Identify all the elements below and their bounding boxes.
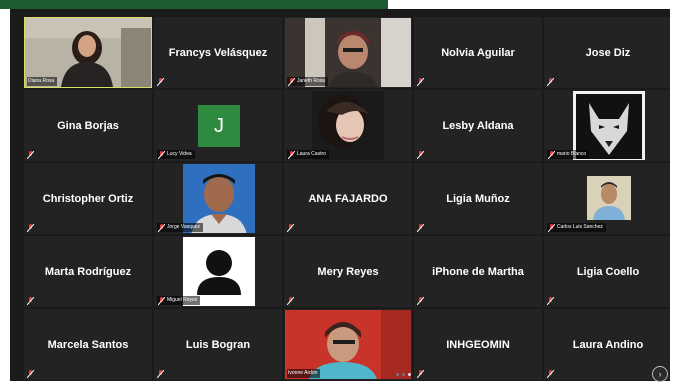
- participant-name: iPhone de Martha: [432, 265, 524, 278]
- participant-name: Jose Diz: [585, 46, 631, 59]
- microphone-muted-icon: [158, 150, 165, 159]
- microphone-muted-icon: [417, 370, 424, 378]
- microphone-muted-icon: [417, 151, 424, 159]
- participant-nameplate: Diana Rosa: [27, 77, 58, 86]
- participant-tile-lesby[interactable]: Lesby Aldana: [414, 90, 542, 161]
- microphone-muted-icon: [417, 224, 424, 232]
- participant-tile-inhgeomin[interactable]: INHGEOMIN: [414, 309, 542, 380]
- participant-name: Marcela Santos: [47, 338, 129, 351]
- microphone-muted-icon: [157, 78, 164, 86]
- participant-tile-christopher[interactable]: Christopher Ortiz: [24, 163, 152, 234]
- participant-nameplate: Janeth Rosa: [287, 77, 329, 86]
- participant-tile-mario[interactable]: mario Blanco: [544, 90, 670, 161]
- microphone-muted-icon: [417, 78, 424, 86]
- avatar-initial: J: [214, 115, 224, 137]
- participant-name: Diana Rosa: [28, 78, 55, 84]
- participant-grid: Diana Rosa Francys Velásquez Janeth Rosa…: [24, 17, 670, 381]
- microphone-muted-icon: [27, 151, 34, 159]
- participant-name: Ivonne Ardón: [288, 370, 318, 376]
- participant-tile-ivonne[interactable]: Ivonne Ardón: [284, 309, 412, 380]
- initial-avatar: J: [198, 105, 240, 147]
- participant-name: mario Blanco: [557, 151, 587, 157]
- participant-name: Ligia Coello: [576, 265, 640, 278]
- participant-tile-mery[interactable]: Mery Reyes: [284, 236, 412, 307]
- chevron-right-icon[interactable]: ›: [652, 366, 668, 382]
- microphone-muted-icon: [547, 297, 554, 305]
- microphone-muted-icon: [548, 223, 555, 232]
- participant-name: Ligia Muñoz: [446, 192, 510, 205]
- microphone-muted-icon: [417, 297, 424, 305]
- microphone-muted-icon: [287, 224, 294, 232]
- participant-nameplate: Carlos Luis Sanchez: [547, 223, 606, 232]
- participant-tile-laura-andino[interactable]: Laura Andino: [544, 309, 670, 380]
- participant-name: Miguel Reyes: [167, 297, 198, 303]
- participant-tile-jose[interactable]: Jose Diz: [544, 17, 670, 88]
- participant-name: ANA FAJARDO: [308, 192, 388, 205]
- microphone-muted-icon: [27, 224, 34, 232]
- participant-tile-jorge[interactable]: Jorge Vasquez: [154, 163, 282, 234]
- participant-name: Christopher Ortiz: [42, 192, 134, 205]
- participant-name: Janeth Rosa: [297, 78, 326, 84]
- page-indicator: [396, 373, 411, 376]
- window-accent-bar: [0, 0, 388, 9]
- participant-name: Lesby Aldana: [442, 119, 514, 132]
- microphone-muted-icon: [548, 150, 555, 159]
- participant-nameplate: mario Blanco: [547, 150, 590, 159]
- participant-tile-laura-castro[interactable]: Laura Castro: [284, 90, 412, 161]
- participant-name: Lucy Videa: [167, 151, 192, 157]
- participant-nameplate: Laura Castro: [287, 150, 329, 159]
- microphone-muted-icon: [158, 296, 165, 305]
- participant-tile-janeth[interactable]: Janeth Rosa: [284, 17, 412, 88]
- participant-nameplate: Jorge Vasquez: [157, 223, 203, 232]
- participant-tile-gina[interactable]: Gina Borjas: [24, 90, 152, 161]
- participant-nameplate: Miguel Reyes: [157, 296, 201, 305]
- participant-tile-miguel[interactable]: Miguel Reyes: [154, 236, 282, 307]
- participant-name: Nolvia Aguilar: [441, 46, 515, 59]
- participant-tile-carlos[interactable]: Carlos Luis Sanchez: [544, 163, 670, 234]
- participant-name: Gina Borjas: [57, 119, 119, 132]
- participant-name: Francys Velásquez: [168, 46, 268, 59]
- participant-tile-ligia-coello[interactable]: Ligia Coello: [544, 236, 670, 307]
- participant-name: Luis Bogran: [185, 338, 251, 351]
- microphone-muted-icon: [288, 77, 295, 86]
- microphone-muted-icon: [547, 78, 554, 86]
- participant-name: Mery Reyes: [317, 265, 379, 278]
- microphone-muted-icon: [287, 297, 294, 305]
- participant-tile-iphone-martha[interactable]: iPhone de Martha: [414, 236, 542, 307]
- microphone-muted-icon: [158, 223, 165, 232]
- microphone-muted-icon: [157, 370, 164, 378]
- participant-tile-marta[interactable]: Marta Rodríguez: [24, 236, 152, 307]
- participant-nameplate: Ivonne Ardón: [287, 369, 321, 378]
- microphone-muted-icon: [288, 150, 295, 159]
- gallery-view: Diana Rosa Francys Velásquez Janeth Rosa…: [10, 9, 670, 381]
- microphone-muted-icon: [27, 370, 34, 378]
- participant-tile-francys[interactable]: Francys Velásquez: [154, 17, 282, 88]
- participant-name: Jorge Vasquez: [167, 224, 200, 230]
- participant-nameplate: Lucy Videa: [157, 150, 195, 159]
- page-dot-current[interactable]: [408, 373, 411, 376]
- participant-tile-nolvia[interactable]: Nolvia Aguilar: [414, 17, 542, 88]
- participant-tile-luis[interactable]: Luis Bogran: [154, 309, 282, 380]
- page-dot[interactable]: [402, 373, 405, 376]
- participant-name: Laura Andino: [572, 338, 644, 351]
- right-edge: [670, 9, 674, 381]
- participant-tile-marcela[interactable]: Marcela Santos: [24, 309, 152, 380]
- microphone-muted-icon: [27, 297, 34, 305]
- participant-name: Marta Rodríguez: [44, 265, 132, 278]
- participant-name: Carlos Luis Sanchez: [557, 224, 603, 230]
- page-dot[interactable]: [396, 373, 399, 376]
- participant-tile-diana[interactable]: Diana Rosa: [24, 17, 152, 88]
- participant-name: INHGEOMIN: [446, 338, 510, 351]
- participant-tile-ana[interactable]: ANA FAJARDO: [284, 163, 412, 234]
- microphone-muted-icon: [547, 370, 554, 378]
- participant-tile-lucy[interactable]: J Lucy Videa: [154, 90, 282, 161]
- participant-picture: [587, 176, 631, 220]
- participant-tile-ligia-munoz[interactable]: Ligia Muñoz: [414, 163, 542, 234]
- participant-name: Laura Castro: [297, 151, 326, 157]
